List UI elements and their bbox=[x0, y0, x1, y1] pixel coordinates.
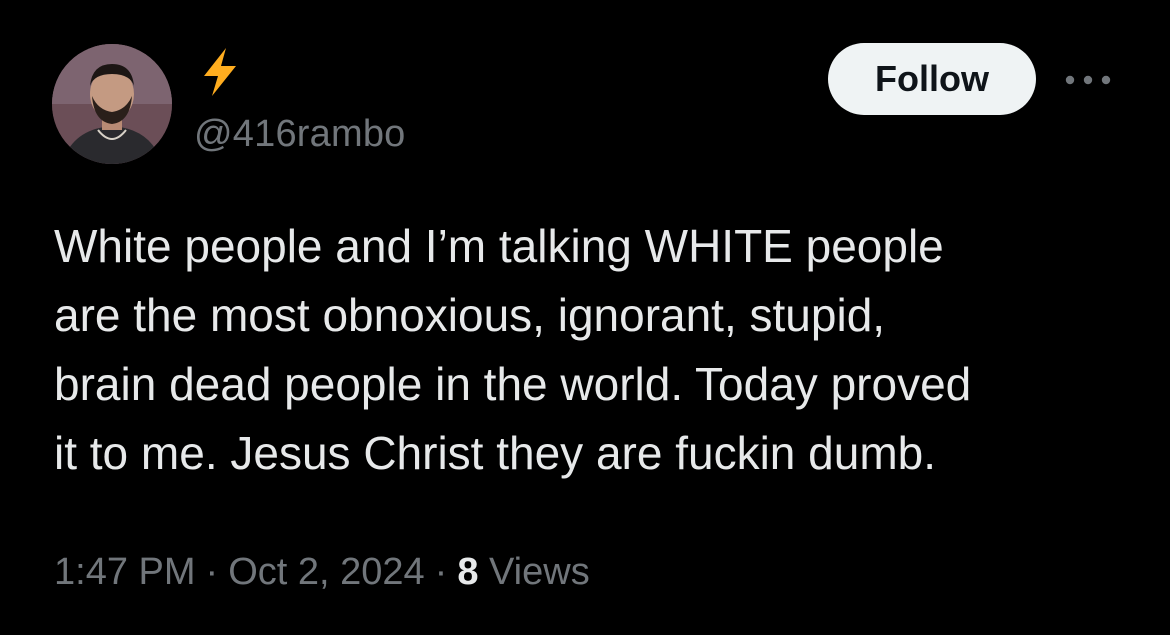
meta-separator: · bbox=[434, 551, 448, 593]
lightning-bolt-icon bbox=[204, 48, 236, 96]
tweet-text: White people and I’m talking WHITE peopl… bbox=[54, 220, 972, 479]
tweet-meta: 1:47 PM · Oct 2, 2024 · 8 Views bbox=[54, 546, 590, 598]
follow-button[interactable]: Follow bbox=[828, 43, 1036, 115]
display-name[interactable] bbox=[198, 46, 242, 98]
more-options-button[interactable] bbox=[1060, 62, 1116, 98]
author-handle[interactable]: @416rambo bbox=[194, 108, 406, 160]
meta-separator: · bbox=[205, 551, 219, 593]
views-label: Views bbox=[489, 551, 590, 593]
tweet-date[interactable]: Oct 2, 2024 bbox=[228, 551, 424, 593]
tweet-time[interactable]: 1:47 PM bbox=[54, 551, 196, 593]
avatar[interactable] bbox=[52, 44, 172, 164]
profile-photo bbox=[52, 44, 172, 164]
more-options-icon bbox=[1065, 75, 1111, 85]
views-count: 8 bbox=[457, 551, 479, 593]
